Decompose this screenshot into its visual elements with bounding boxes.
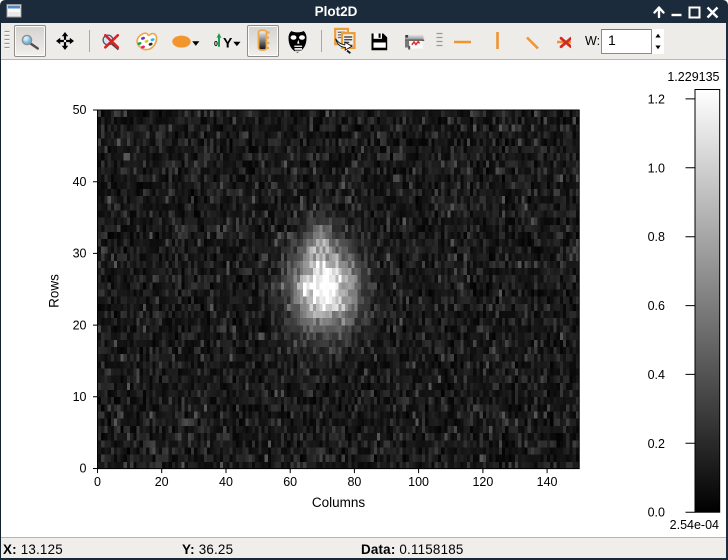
svg-text:0.4: 0.4 — [648, 368, 665, 382]
svg-text:120: 120 — [472, 475, 493, 489]
svg-text:0: 0 — [80, 462, 87, 476]
svg-text:20: 20 — [155, 475, 169, 489]
svg-text:40: 40 — [219, 475, 233, 489]
svg-text:80: 80 — [347, 475, 361, 489]
svg-text:100: 100 — [408, 475, 429, 489]
svg-text:50: 50 — [73, 103, 87, 117]
svg-text:40: 40 — [73, 175, 87, 189]
svg-text:60: 60 — [283, 475, 297, 489]
svg-text:2.54e-04: 2.54e-04 — [670, 518, 719, 532]
svg-text:0: 0 — [214, 41, 218, 48]
svg-text:10: 10 — [73, 390, 87, 404]
svg-text:20: 20 — [73, 318, 87, 332]
svg-text:1.229135: 1.229135 — [667, 70, 719, 84]
svg-text:1.2: 1.2 — [648, 92, 665, 106]
svg-text:0.2: 0.2 — [648, 437, 665, 451]
svg-text:0.8: 0.8 — [648, 230, 665, 244]
svg-text:Rows: Rows — [47, 274, 62, 308]
svg-text:1.0: 1.0 — [648, 161, 665, 175]
svg-text:0.0: 0.0 — [648, 506, 665, 520]
svg-text:140: 140 — [537, 475, 558, 489]
svg-text:30: 30 — [73, 247, 87, 261]
svg-text:Y: Y — [223, 35, 233, 51]
svg-text:Columns: Columns — [312, 495, 366, 510]
svg-text:0: 0 — [94, 475, 101, 489]
svg-text:0.6: 0.6 — [648, 299, 665, 313]
